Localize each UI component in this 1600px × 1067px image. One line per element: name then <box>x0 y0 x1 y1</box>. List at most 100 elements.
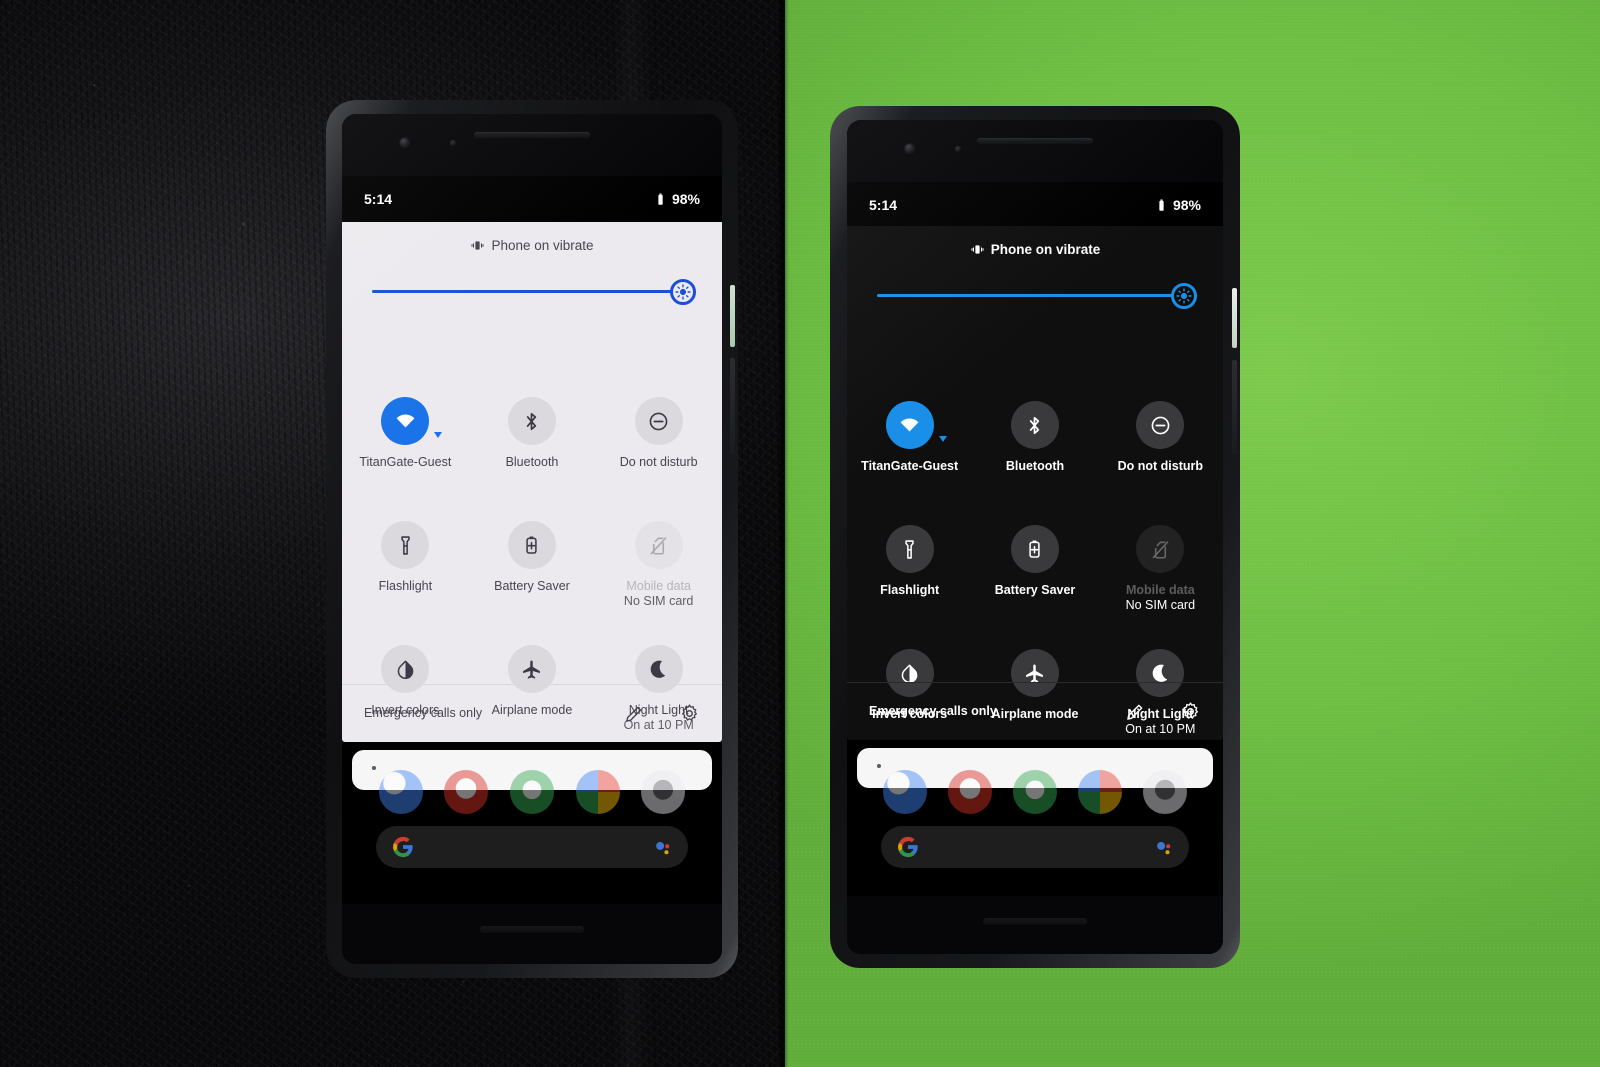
brightness-knob[interactable] <box>1171 283 1197 309</box>
carrier-label: Emergency calls only <box>869 704 997 718</box>
chevron-down-icon[interactable] <box>938 436 947 442</box>
footer-divider <box>847 682 1223 683</box>
qs-tile-icon-bg <box>381 397 443 445</box>
qs-tile-icon-bg <box>634 521 683 569</box>
qs-tile-icon-bg <box>885 401 947 449</box>
pencil-icon[interactable] <box>1125 701 1146 722</box>
qs-tile-flashlight[interactable]: Flashlight <box>847 525 972 598</box>
qs-tile-titangate-guest[interactable]: TitanGate-Guest <box>342 397 469 470</box>
bluetooth-icon <box>520 410 543 433</box>
brightness-icon <box>1176 288 1192 304</box>
dock-app-icon-camera[interactable] <box>1142 770 1187 814</box>
invert-colors-icon <box>394 658 417 681</box>
vibrate-icon <box>970 242 985 257</box>
night-light-icon <box>647 658 670 681</box>
app-dock <box>847 770 1223 814</box>
volume-rocker[interactable] <box>1232 360 1237 454</box>
dock-app-icon-blue[interactable] <box>883 770 928 814</box>
qs-tile-sublabel: No SIM card <box>1125 598 1196 613</box>
qs-tile-mobile-data[interactable]: Mobile data No SIM card <box>595 521 722 610</box>
phone-screen: 5:14 98% Phone on vibrate TitanGate-Gues… <box>342 114 722 964</box>
bottom-speaker <box>983 918 1087 925</box>
shade-footer: Emergency calls only <box>342 684 722 742</box>
qs-tile-battery-saver[interactable]: Battery Saver <box>972 525 1097 598</box>
footer-divider <box>342 684 722 685</box>
volume-rocker[interactable] <box>730 358 735 454</box>
earpiece-speaker <box>474 132 590 138</box>
power-button[interactable] <box>1232 288 1237 348</box>
top-bezel <box>342 114 722 176</box>
qs-tile-flashlight[interactable]: Flashlight <box>342 521 469 594</box>
google-search-bar[interactable] <box>881 826 1189 868</box>
dock-app-icon-chrome[interactable] <box>1077 770 1122 814</box>
qs-tile-sublabel: No SIM card <box>623 594 694 609</box>
dock-app-icon-camera[interactable] <box>641 770 686 814</box>
qs-tile-do-not-disturb[interactable]: Do not disturb <box>595 397 722 470</box>
dock-app-icon-red[interactable] <box>948 770 993 814</box>
qs-tile-bluetooth[interactable]: Bluetooth <box>972 401 1097 474</box>
battery-saver-icon <box>520 534 543 557</box>
qs-tile-do-not-disturb[interactable]: Do not disturb <box>1098 401 1223 474</box>
gear-icon[interactable] <box>679 703 700 724</box>
quick-settings-shade: Phone on vibrate TitanGate-Guest Bluetoo… <box>342 222 722 742</box>
qs-tile-icon-bg <box>1010 401 1059 449</box>
flashlight-icon <box>898 538 921 561</box>
wifi-icon <box>394 410 417 433</box>
power-button[interactable] <box>730 285 735 347</box>
dock-app-icon-chrome[interactable] <box>575 770 620 814</box>
gear-icon[interactable] <box>1180 701 1201 722</box>
proximity-sensor-icon <box>450 140 456 146</box>
qs-tile-bluetooth[interactable]: Bluetooth <box>469 397 596 470</box>
pencil-icon[interactable] <box>624 703 645 724</box>
right-phone: 5:14 98% Phone on vibrate TitanGate-Gues… <box>830 106 1240 968</box>
dock-app-icon-blue[interactable] <box>378 770 423 814</box>
status-time: 5:14 <box>364 191 393 207</box>
qs-tile-icon-bg <box>507 521 556 569</box>
ringer-status[interactable]: Phone on vibrate <box>847 226 1223 257</box>
qs-tile-label: Do not disturb <box>1117 459 1204 473</box>
earpiece-speaker <box>977 138 1093 144</box>
carrier-label: Emergency calls only <box>364 706 483 720</box>
qs-tile-label: Do not disturb <box>619 455 698 469</box>
dock-app-icon-red[interactable] <box>444 770 489 814</box>
brightness-track <box>877 294 1193 297</box>
qs-tile-icon-bg <box>634 397 683 445</box>
google-search-bar[interactable] <box>376 826 688 868</box>
no-sim-icon <box>647 534 670 557</box>
google-assistant-icon[interactable] <box>653 838 672 857</box>
ringer-status[interactable]: Phone on vibrate <box>342 222 722 253</box>
brightness-knob[interactable] <box>670 279 696 305</box>
qs-tile-titangate-guest[interactable]: TitanGate-Guest <box>847 401 972 474</box>
qs-tile-label: Mobile data <box>1125 583 1195 597</box>
google-assistant-icon[interactable] <box>1154 838 1173 857</box>
dock-app-icon-maps[interactable] <box>509 770 554 814</box>
qs-tile-label: Mobile data <box>626 579 691 593</box>
bottom-speaker <box>480 926 584 933</box>
status-bar: 5:14 98% <box>342 188 722 210</box>
qs-tile-icon-bg <box>1136 525 1185 573</box>
app-dock <box>342 770 722 814</box>
front-camera-icon <box>905 144 914 153</box>
status-time: 5:14 <box>869 197 898 213</box>
bottom-bezel <box>342 904 722 964</box>
front-camera-icon <box>400 138 409 147</box>
google-g-icon <box>392 836 414 858</box>
qs-tile-icon-bg <box>1136 401 1185 449</box>
qs-tile-label: Bluetooth <box>1005 459 1065 473</box>
quick-settings-shade: Phone on vibrate TitanGate-Guest Bluetoo… <box>847 226 1223 740</box>
qs-tile-label: Flashlight <box>880 583 940 597</box>
proximity-sensor-icon <box>955 146 961 152</box>
phone-screen: 5:14 98% Phone on vibrate TitanGate-Gues… <box>847 120 1223 954</box>
ringer-label: Phone on vibrate <box>491 238 594 253</box>
qs-tile-label: TitanGate-Guest <box>359 455 452 469</box>
brightness-slider[interactable] <box>372 279 696 305</box>
qs-tile-battery-saver[interactable]: Battery Saver <box>469 521 596 594</box>
notification-dot <box>877 764 881 768</box>
scene-background <box>0 0 1600 1067</box>
qs-tile-mobile-data[interactable]: Mobile data No SIM card <box>1098 525 1223 614</box>
wifi-icon <box>898 414 921 437</box>
brightness-slider[interactable] <box>877 283 1197 309</box>
chevron-down-icon[interactable] <box>434 432 443 438</box>
qs-tile-icon-bg <box>507 397 556 445</box>
dock-app-icon-maps[interactable] <box>1012 770 1057 814</box>
